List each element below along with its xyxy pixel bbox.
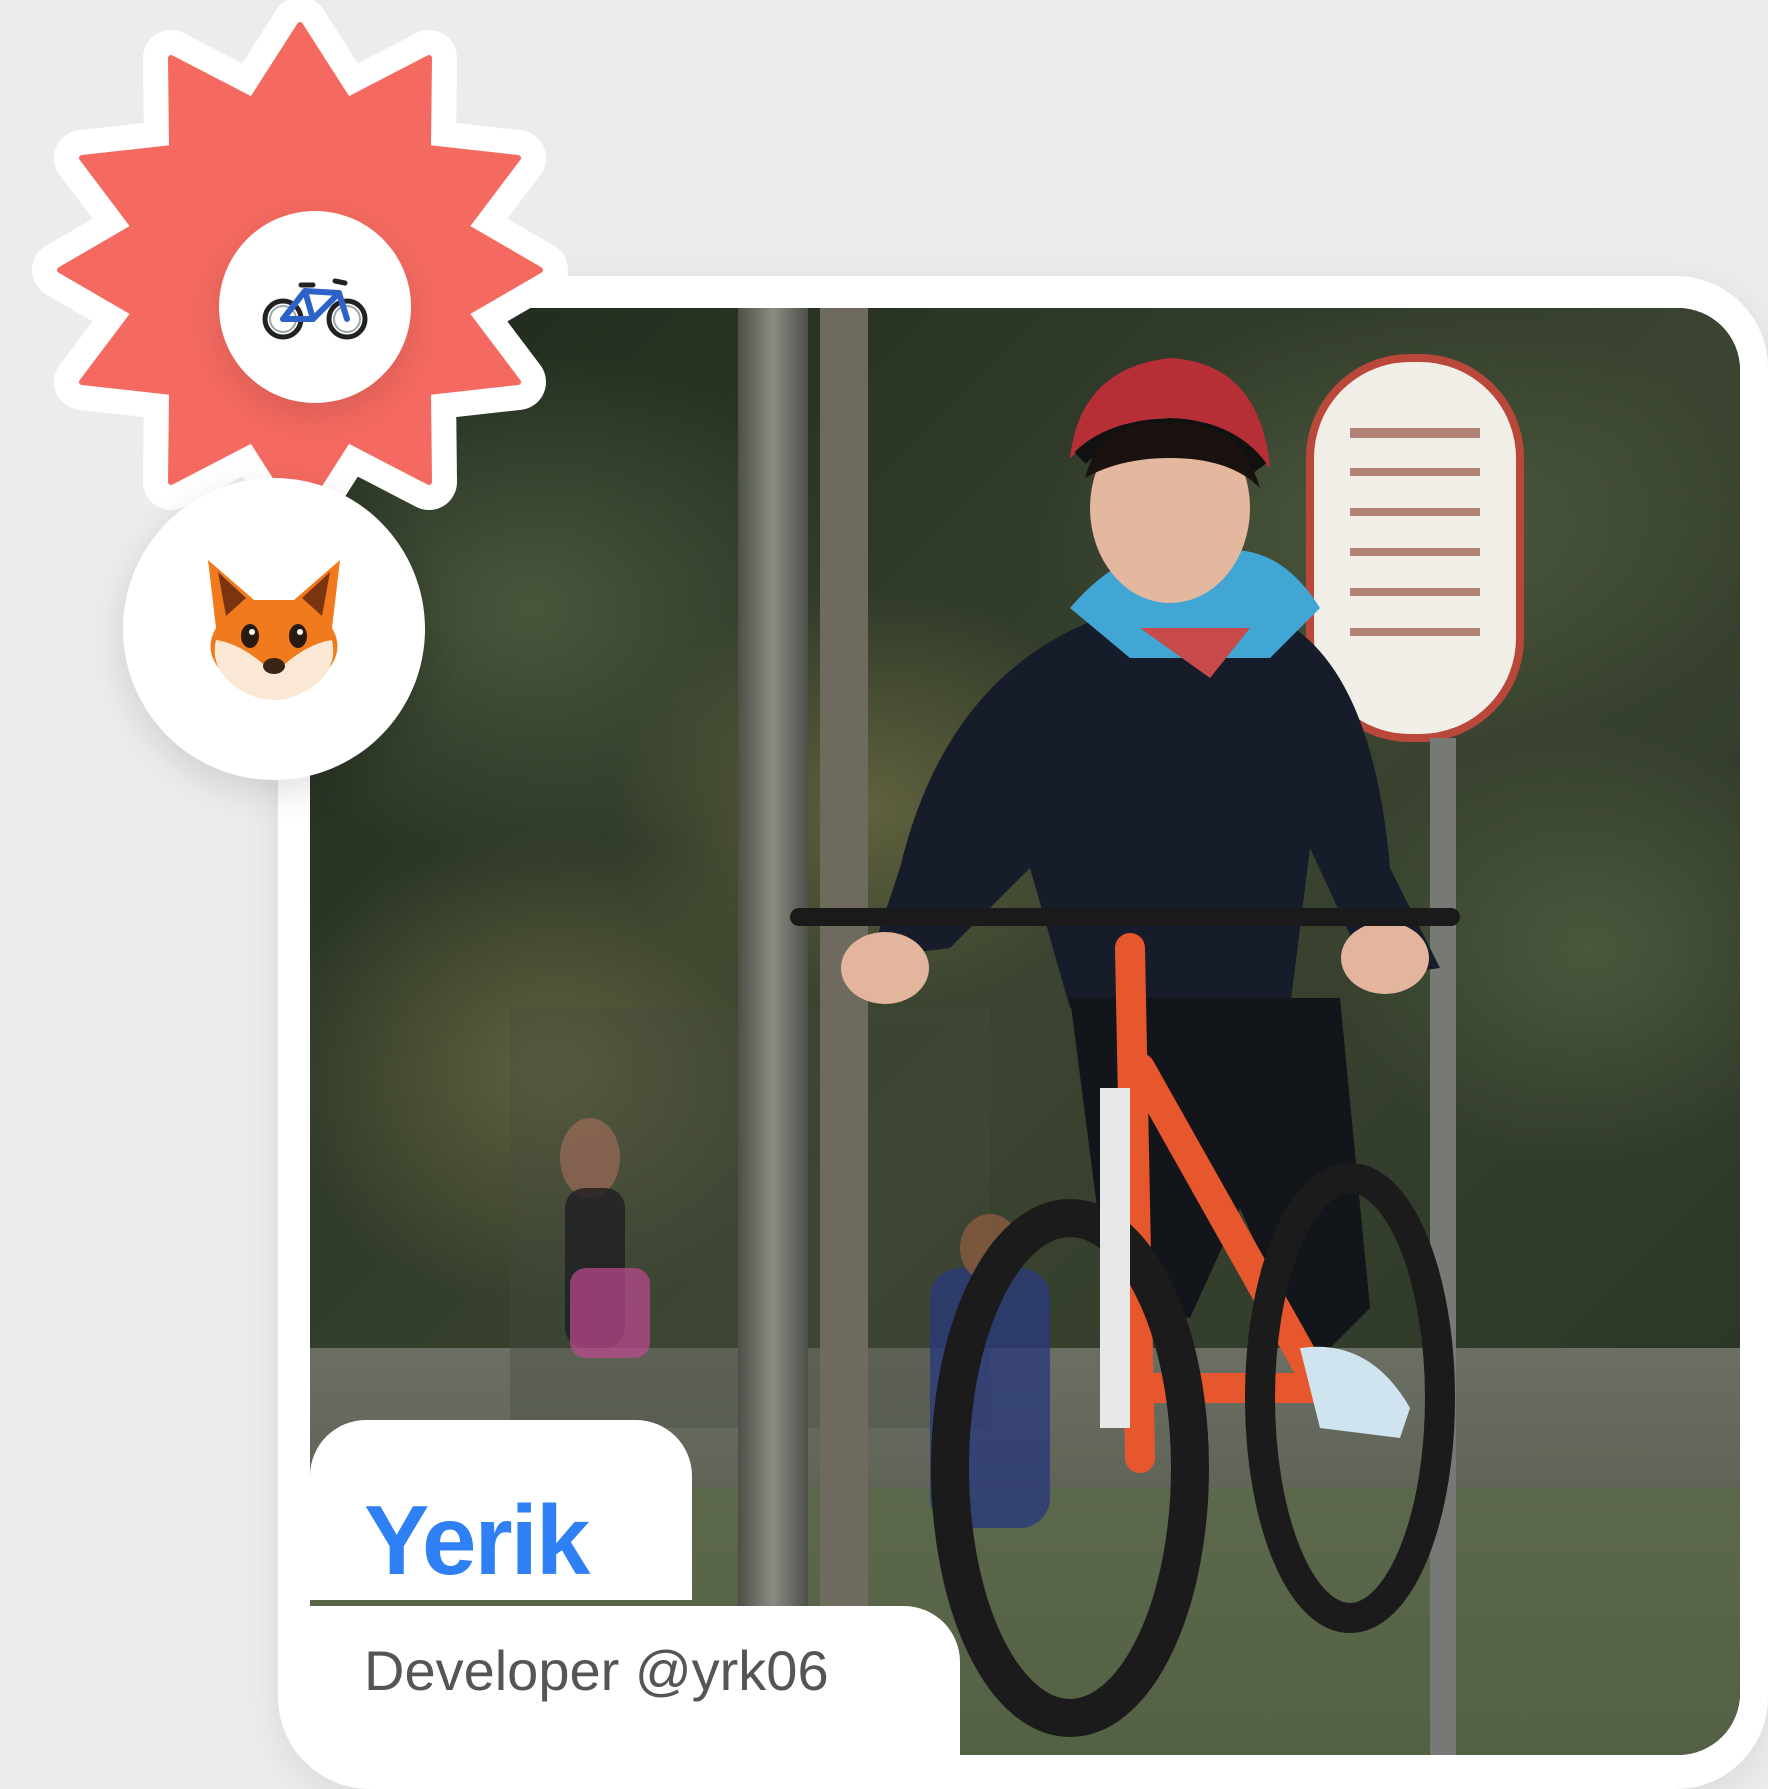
avatar [123,478,425,780]
profile-role: Developer @yrk06 [364,1639,829,1702]
fox-face-icon [208,560,340,700]
activity-badge [219,211,411,403]
profile-name: Yerik [364,1485,590,1595]
profile-card-stage: Yerik Developer @yrk06 [0,0,1768,1789]
bicycle-icon [262,278,368,340]
